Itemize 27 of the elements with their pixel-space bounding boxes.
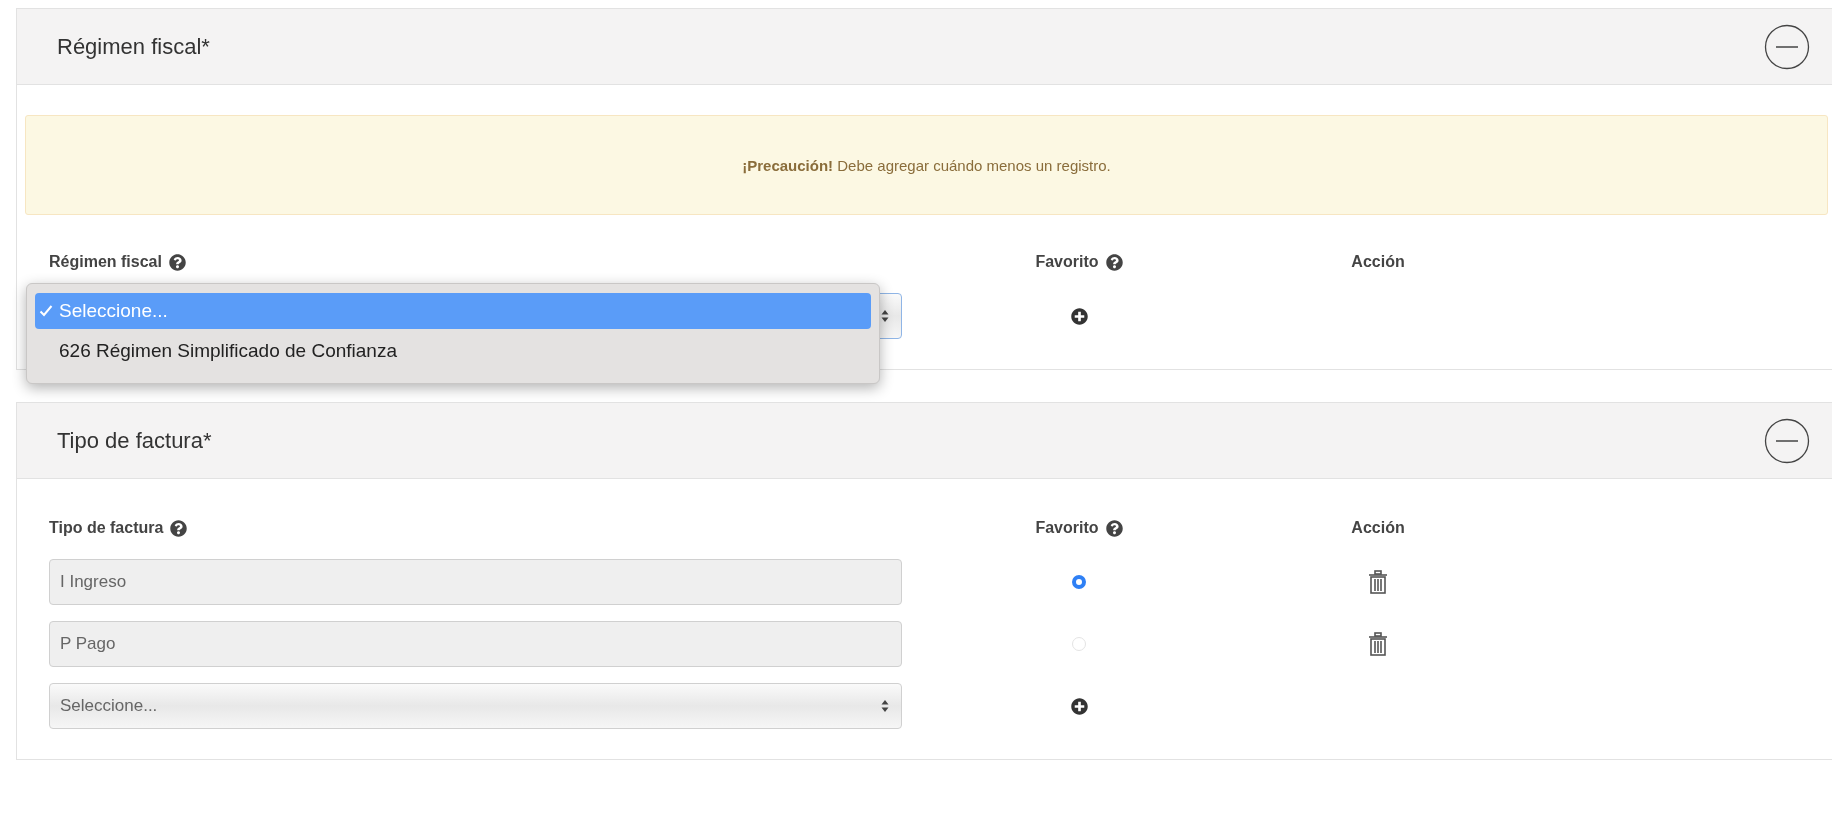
input-field[interactable]: P Pago	[49, 621, 902, 667]
column-label: Favorito	[1035, 253, 1099, 271]
collapse-icon[interactable]	[1764, 23, 1810, 70]
warning-text: ¡Precaución! Debe agregar cuándo menos un registro.	[742, 156, 1111, 174]
help-icon[interactable]	[1105, 519, 1123, 537]
trash-icon[interactable]	[1368, 632, 1388, 656]
stepper-icon	[881, 699, 889, 713]
column-label: Favorito	[1035, 519, 1099, 537]
check-icon	[39, 304, 53, 318]
panel-title: Tipo de factura*	[57, 427, 212, 454]
add-icon[interactable]	[1070, 697, 1088, 715]
dropdown-option[interactable]: 626 Régimen Simplificado de Confianza	[35, 333, 871, 369]
dropdown-option[interactable]: Seleccione...	[35, 293, 871, 329]
collapse-icon[interactable]	[1764, 417, 1810, 464]
trash-icon[interactable]	[1368, 570, 1388, 594]
help-icon[interactable]	[170, 519, 188, 537]
add-icon[interactable]	[1070, 307, 1088, 325]
column-label: Acción	[1351, 253, 1405, 271]
panel-title: Régimen fiscal*	[57, 33, 210, 60]
column-label: Régimen fiscal	[49, 253, 162, 271]
favorite-radio[interactable]	[1072, 575, 1086, 589]
help-icon[interactable]	[1105, 253, 1123, 271]
column-label: Tipo de factura	[49, 519, 164, 537]
select-field[interactable]: Seleccione...	[49, 683, 902, 729]
input-field[interactable]: I Ingreso	[49, 559, 902, 605]
help-icon[interactable]	[168, 253, 186, 271]
column-label: Acción	[1351, 519, 1405, 537]
